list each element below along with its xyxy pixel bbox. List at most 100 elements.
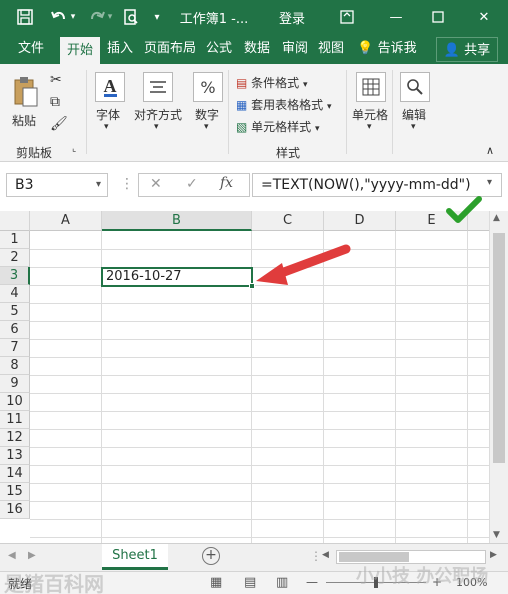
alignment-button[interactable]: 对齐方式	[134, 106, 182, 123]
number-button[interactable]: 数字	[195, 106, 219, 123]
row-header[interactable]: 11	[0, 411, 30, 429]
sheet-tab[interactable]: Sheet1	[102, 544, 168, 570]
title-bar: ▾ ▾ ▾ 工作簿1 -... 登录 — ✕	[0, 0, 508, 34]
ribbon-display-options-icon[interactable]	[336, 0, 358, 34]
row-header[interactable]: 12	[0, 429, 30, 447]
cut-icon[interactable]: ✂	[50, 72, 62, 88]
row-header[interactable]: 13	[0, 447, 30, 465]
row-header[interactable]: 3	[0, 267, 30, 285]
chevron-down-icon: ▾	[303, 80, 308, 90]
undo-icon[interactable]	[48, 0, 70, 34]
minimize-button[interactable]: —	[384, 0, 408, 34]
name-box[interactable]: B3 ▾	[6, 173, 108, 197]
row-header[interactable]: 14	[0, 465, 30, 483]
cells-button[interactable]: 单元格	[352, 106, 388, 123]
close-button[interactable]: ✕	[472, 0, 496, 34]
tab-home[interactable]: 开始	[60, 37, 100, 64]
restore-button[interactable]	[426, 0, 450, 34]
find-icon[interactable]	[400, 72, 430, 102]
row-header[interactable]: 1	[0, 231, 30, 249]
row-header[interactable]: 2	[0, 249, 30, 267]
font-icon[interactable]: A	[95, 72, 125, 102]
worksheet-grid[interactable]: A B C D E 1 2 3 4 5 6 7 8 9 10 11 12 13 …	[0, 211, 490, 543]
share-button[interactable]: 👤 共享	[436, 37, 498, 62]
normal-view-icon[interactable]: ▦	[210, 575, 222, 590]
alignment-icon[interactable]	[143, 72, 173, 102]
tab-insert[interactable]: 插入	[102, 34, 138, 64]
cell-styles-icon: ▧	[236, 120, 248, 134]
checkmark-icon	[446, 196, 482, 223]
tab-formulas[interactable]: 公式	[202, 34, 236, 64]
scroll-thumb[interactable]	[339, 552, 409, 562]
tab-review[interactable]: 审阅	[278, 34, 312, 64]
row-header[interactable]: 9	[0, 375, 30, 393]
save-icon[interactable]	[14, 0, 36, 34]
paste-button[interactable]: 粘贴	[12, 112, 36, 129]
redo-dropdown-icon[interactable]: ▾	[105, 0, 115, 34]
row-header[interactable]: 5	[0, 303, 30, 321]
formula-input[interactable]: =TEXT(NOW(),"yyyy-mm-dd")	[252, 173, 502, 197]
tell-me-search[interactable]: 💡 告诉我	[354, 34, 420, 64]
tab-data[interactable]: 数据	[240, 34, 274, 64]
row-header[interactable]: 7	[0, 339, 30, 357]
print-preview-icon[interactable]	[120, 0, 142, 34]
cancel-icon[interactable]: ✕	[150, 176, 162, 192]
select-all-corner[interactable]	[0, 211, 30, 231]
styles-group-label: 样式	[276, 146, 301, 160]
row-header[interactable]: 10	[0, 393, 30, 411]
tab-page-layout[interactable]: 页面布局	[140, 34, 200, 64]
insert-function-icon[interactable]: fx	[220, 175, 233, 191]
conditional-formatting-icon: ▤	[236, 76, 248, 90]
editing-button[interactable]: 编辑	[402, 106, 426, 123]
formula-bar: B3 ▾ ⋮ ✕ ✓ fx =TEXT(NOW(),"yyyy-mm-dd") …	[0, 162, 508, 208]
column-header[interactable]: D	[324, 211, 396, 231]
row-header[interactable]: 16	[0, 501, 30, 519]
scroll-up-icon[interactable]: ▲	[493, 213, 500, 223]
column-header[interactable]: A	[30, 211, 102, 231]
number-dropdown-icon: ▾	[204, 122, 209, 132]
name-box-value: B3	[15, 177, 34, 193]
clipboard-launcher-icon[interactable]: ⌞	[72, 144, 76, 154]
scroll-sheets-left-icon[interactable]: ◀	[8, 550, 16, 561]
scroll-right-icon[interactable]: ▶	[490, 550, 497, 560]
alignment-dropdown-icon: ▾	[154, 122, 159, 132]
conditional-formatting-button[interactable]: ▤ 条件格式 ▾	[236, 74, 308, 91]
copy-icon[interactable]: ⧉	[50, 94, 60, 110]
row-header[interactable]: 4	[0, 285, 30, 303]
column-header[interactable]: C	[252, 211, 324, 231]
enter-icon[interactable]: ✓	[186, 176, 198, 192]
percent-icon[interactable]: %	[193, 72, 223, 102]
undo-dropdown-icon[interactable]: ▾	[68, 0, 78, 34]
row-header[interactable]: 15	[0, 483, 30, 501]
collapse-ribbon-icon[interactable]: ∧	[486, 144, 494, 157]
cells-icon[interactable]	[356, 72, 386, 102]
ribbon-home: 粘贴 ✂ ⧉ 🖌 剪贴板 ⌞ A 字体 ▾ 对齐方式 ▾ % 数字 ▾ ▤ 条件…	[0, 64, 508, 162]
row-header[interactable]: 8	[0, 357, 30, 375]
clipboard-group-label: 剪贴板	[16, 146, 53, 160]
paste-icon[interactable]	[12, 74, 40, 110]
cell-styles-button[interactable]: ▧ 单元格样式 ▾	[236, 118, 320, 135]
vertical-scrollbar[interactable]: ▲ ▼	[489, 211, 508, 543]
scroll-sheets-right-icon[interactable]: ▶	[28, 550, 36, 561]
scroll-left-icon[interactable]: ◀	[322, 550, 329, 560]
font-button[interactable]: 字体	[96, 106, 120, 123]
chevron-down-icon: ▾	[315, 124, 320, 134]
column-header[interactable]: B	[102, 211, 252, 231]
scroll-thumb[interactable]	[493, 233, 505, 463]
table-format-icon: ▦	[236, 98, 248, 112]
expand-formula-bar-icon[interactable]: ▾	[487, 177, 492, 188]
format-painter-icon[interactable]: 🖌	[50, 116, 68, 132]
login-link[interactable]: 登录	[274, 0, 310, 34]
row-header[interactable]: 6	[0, 321, 30, 339]
zoom-out-icon[interactable]: —	[306, 575, 318, 589]
name-box-dropdown-icon[interactable]: ▾	[96, 174, 101, 196]
add-sheet-icon[interactable]: +	[202, 547, 220, 565]
tab-view[interactable]: 视图	[314, 34, 348, 64]
selected-cell-b3[interactable]: 2016-10-27	[101, 267, 253, 287]
format-as-table-button[interactable]: ▦ 套用表格格式 ▾	[236, 96, 332, 113]
tab-file[interactable]: 文件	[8, 34, 54, 64]
scroll-down-icon[interactable]: ▼	[493, 530, 500, 540]
customize-toolbar-icon[interactable]: ▾	[150, 0, 164, 34]
page-break-view-icon[interactable]: ▥	[276, 575, 288, 590]
page-layout-view-icon[interactable]: ▤	[244, 575, 256, 590]
